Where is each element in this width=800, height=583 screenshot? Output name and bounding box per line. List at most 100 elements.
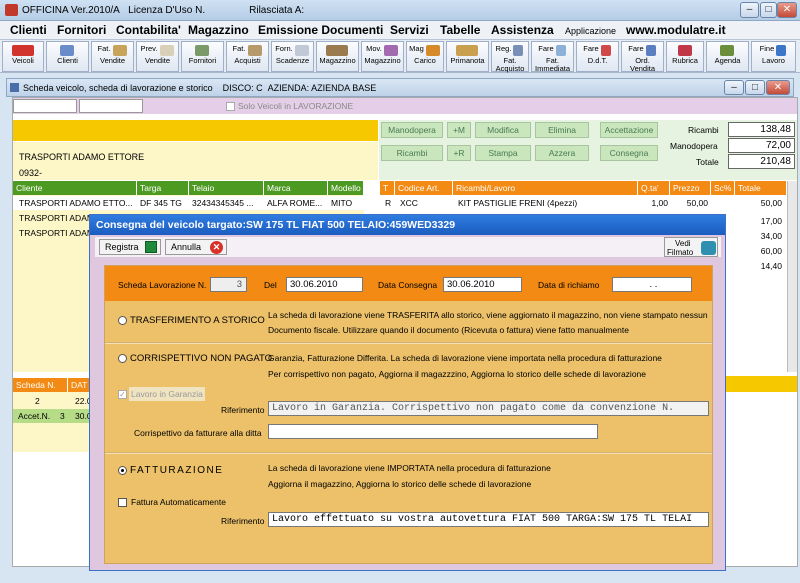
elimina-button[interactable]: Elimina [535,122,589,138]
movement-icon [383,45,398,56]
toolbar-agenda[interactable]: Agenda [706,41,749,72]
search-field-2[interactable] [79,99,143,113]
search-field-1[interactable] [13,99,77,113]
part-total: 50,00 [760,198,782,208]
vedi-filmato-button[interactable]: Vedi Filmato [664,237,718,257]
corrispettivo-ditta-field[interactable] [268,424,598,439]
corrispettivo-desc-1: Garanzia, Fatturazione Differita. La sch… [268,353,662,363]
vehicle-cliente[interactable]: TRASPORTI ADAMO [17,211,92,225]
modifica-button[interactable]: Modifica [475,122,531,138]
menu-fornitori[interactable]: Fornitori [57,23,106,37]
fattura-auto-checkbox[interactable] [118,498,127,507]
toolbar-fare-ddt[interactable]: Fare D.d.T. [576,41,619,72]
consegna-button[interactable]: Consegna [600,145,658,161]
corrispettivo-label[interactable]: CORRISPETTIVO NON PAGATO [130,353,272,364]
client-code: 0932- [19,168,43,178]
save-icon [145,241,157,253]
vehicle-modello: MITO [331,198,353,208]
only-in-work-checkbox[interactable] [226,102,235,111]
toolbar-prev-vendite[interactable]: Prev. Vendite [136,41,179,72]
fatturazione-desc-1: La scheda di lavorazione viene IMPORTATA… [268,463,551,473]
menu-contabilita[interactable]: Contabilita' [116,23,181,37]
minimize-button[interactable]: – [740,2,759,18]
richiamo-label: Data di richiamo [538,280,600,290]
azzera-button[interactable]: Azzera [535,145,589,161]
part-type: R [385,198,392,208]
fatturazione-label[interactable]: FATTURAZIONE [130,465,223,476]
menu-assistenza[interactable]: Assistenza [491,23,554,37]
vertical-scrollbar[interactable] [787,181,797,372]
registra-button[interactable]: Registra [99,239,161,255]
riferimento-2-field[interactable]: Lavoro effettuato su vostra autovettura … [268,512,709,527]
vehicle-telaio: 32434345345 ... [192,198,254,208]
child-minimize-button[interactable]: – [724,80,744,95]
toolbar-clienti[interactable]: Clienti [46,41,89,72]
fatturazione-radio[interactable] [118,466,127,475]
toolbar-fornitori[interactable]: Fornitori [181,41,224,72]
quote-icon [159,45,174,56]
calendar-icon [294,45,309,56]
consegna-date-field[interactable]: 30.06.2010 [443,277,522,292]
toolbar-forn-scadenze[interactable]: Forn. Scadenze [271,41,314,72]
website-link[interactable]: www.modulatre.it [626,23,726,37]
ricambi-button[interactable]: Ricambi [381,145,443,161]
menu-bar: Clienti Fornitori Contabilita' Magazzino… [0,21,800,40]
accettazione-button[interactable]: Accettazione [600,122,658,138]
corrispettivo-desc-2: Per corrispettivo non pagato, Aggiorna i… [268,369,647,379]
riferimento-1-field[interactable]: Lavoro in Garanzia. Corrispettivo non pa… [268,401,709,416]
load-icon [425,45,440,56]
menu-servizi[interactable]: Servizi [390,23,429,37]
toolbar-mov-magazzino[interactable]: Mov. Magazzino [361,41,404,72]
menu-clienti[interactable]: Clienti [10,23,47,37]
part-price: 50,00 [686,198,708,208]
menu-emissione-documenti[interactable]: Emissione Documenti [258,23,383,37]
separator [105,452,712,454]
child-maximize-button[interactable]: □ [745,80,765,95]
garanzia-checkbox[interactable]: ✓ [118,390,127,399]
toolbar-fare-fat-immediata[interactable]: Fare Fat. Immediata [531,41,574,73]
toolbar-reg-fat-acquisto[interactable]: Reg. Fat. Acquisto [491,41,529,73]
del-date-field[interactable]: 30.06.2010 [286,277,363,292]
trasferimento-label[interactable]: TRASFERIMENTO A STORICO [130,315,265,326]
menu-magazzino[interactable]: Magazzino [188,23,249,37]
toolbar-fat-acquisti[interactable]: Fat. Acquisti [226,41,269,72]
trasferimento-radio[interactable] [118,316,127,325]
manodopera-total-label: Manodopera [670,141,718,151]
supplier-icon [195,45,209,56]
plus-m-button[interactable]: +M [447,122,471,138]
toolbar-fare-ord-vendita[interactable]: Fare Ord. Vendita [621,41,664,73]
corrispettivo-radio[interactable] [118,354,127,363]
maximize-button[interactable]: □ [760,2,777,18]
toolbar-mag-carico[interactable]: Mag Carico [406,41,444,72]
child-close-button[interactable]: ✕ [766,80,790,95]
menu-tabelle[interactable]: Tabelle [440,23,480,37]
col-targa: Targa [137,181,189,195]
stampa-button[interactable]: Stampa [475,145,531,161]
toolbar-veicoli[interactable]: Veicoli [2,41,44,72]
vehicle-cliente[interactable]: TRASPORTI ADAMO [17,226,92,240]
richiamo-date-field[interactable]: . . [612,277,692,292]
dialog-toolbar: Registra Annulla ✕ Vedi Filmato [95,237,721,257]
col-cliente: Cliente [13,181,137,195]
window-icon [10,83,19,92]
invoice-icon [112,45,127,56]
toolbar-fat-vendite[interactable]: Fat. Vendite [91,41,134,72]
agenda-icon [720,45,734,56]
immediate-invoice-icon [555,45,566,56]
trasferimento-desc-1: La scheda di lavorazione viene TRASFERIT… [268,310,708,320]
toolbar-rubrica[interactable]: Rubrica [666,41,704,72]
close-button[interactable]: ✕ [777,2,797,18]
toolbar-magazzino[interactable]: Magazzino [316,41,359,72]
col-scheda-n: Scheda N. [13,378,68,392]
toolbar-fine-lavoro[interactable]: Fine Lavoro [751,41,796,72]
fattura-auto-label: Fattura Automaticamente [131,497,226,507]
col-sconto: Sc% [711,181,735,195]
toolbar-primanota[interactable]: Primanota [446,41,489,72]
plus-r-button[interactable]: +R [447,145,471,161]
vehicle-cliente: TRASPORTI ADAMO ETTO... [19,198,133,208]
manodopera-button[interactable]: Manodopera [381,122,443,138]
app-label: Applicazione [565,26,617,36]
annulla-button[interactable]: Annulla ✕ [165,239,227,255]
separator [105,342,712,344]
col-qta: Q.ta' [638,181,670,195]
